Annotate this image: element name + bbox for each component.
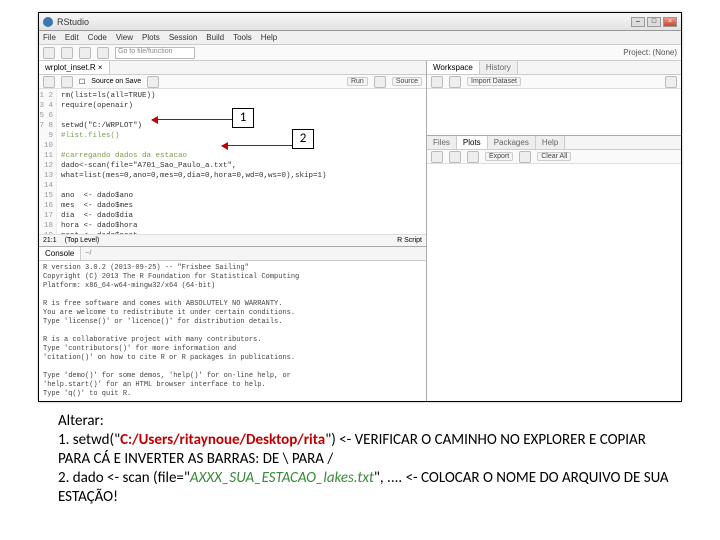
new-file-button[interactable] (43, 47, 55, 59)
tab-help[interactable]: Help (536, 136, 565, 149)
menu-session[interactable]: Session (169, 33, 197, 42)
tab-plots[interactable]: Plots (457, 136, 488, 149)
run-button[interactable]: Run (347, 77, 368, 86)
close-button[interactable]: × (663, 17, 677, 27)
source-statusbar: 21:1(Top Level) R Script (39, 234, 426, 246)
titlebar[interactable]: RStudio – □ × (39, 13, 681, 31)
main-toolbar: Go to file/function Project: (None) (39, 45, 681, 61)
maximize-button[interactable]: □ (647, 17, 661, 27)
menu-plots[interactable]: Plots (142, 33, 160, 42)
tab-history[interactable]: History (480, 61, 518, 74)
export-button[interactable]: Export (485, 152, 513, 161)
menu-help[interactable]: Help (261, 33, 277, 42)
app-icon (43, 17, 53, 27)
console-output[interactable]: R version 3.0.2 (2013-09-25) -- "Frisbee… (39, 261, 426, 401)
workspace-pane: Workspace History Import Dataset (427, 61, 681, 136)
console-pane: Console ~/ R version 3.0.2 (2013-09-25) … (39, 247, 426, 401)
menu-view[interactable]: View (116, 33, 133, 42)
window-title: RStudio (57, 17, 631, 27)
arrow-1 (152, 119, 232, 120)
menu-tools[interactable]: Tools (233, 33, 252, 42)
menubar: File Edit Code View Plots Session Build … (39, 31, 681, 45)
callout-2: 2 (292, 129, 314, 149)
source-toolbar: ☐Source on Save Run Source (39, 75, 426, 89)
project-label[interactable]: Project: (None) (623, 48, 677, 57)
plots-pane: Files Plots Packages Help Export Clear A… (427, 136, 681, 401)
save-source-button[interactable] (61, 76, 73, 88)
clear-all-button[interactable]: Clear All (537, 152, 571, 161)
load-ws-button[interactable] (431, 76, 443, 88)
clear-ws-button[interactable] (665, 76, 677, 88)
source-button[interactable]: Source (392, 77, 422, 86)
tab-packages[interactable]: Packages (488, 136, 536, 149)
console-tab[interactable]: Console (39, 247, 81, 260)
find-button[interactable] (147, 76, 159, 88)
arrow-2 (222, 145, 292, 146)
print-button[interactable] (97, 47, 109, 59)
source-pane: wrplot_inset.R × ☐Source on Save Run Sou… (39, 61, 426, 247)
callout-1: 1 (232, 108, 254, 128)
zoom-button[interactable] (467, 151, 479, 163)
rstudio-window: RStudio – □ × File Edit Code View Plots … (38, 12, 682, 402)
menu-build[interactable]: Build (206, 33, 224, 42)
tab-files[interactable]: Files (427, 136, 457, 149)
instruction-caption: Alterar: 1. setwd("C:/Users/ritaynoue/De… (58, 412, 670, 507)
open-file-button[interactable] (61, 47, 73, 59)
menu-edit[interactable]: Edit (65, 33, 79, 42)
menu-file[interactable]: File (43, 33, 56, 42)
goto-file-input[interactable]: Go to file/function (115, 47, 195, 59)
plot-next-button[interactable] (449, 151, 461, 163)
save-ws-button[interactable] (449, 76, 461, 88)
source-on-save-checkbox[interactable]: Source on Save (91, 78, 141, 85)
save-button[interactable] (79, 47, 91, 59)
back-button[interactable] (43, 76, 55, 88)
menu-code[interactable]: Code (88, 33, 107, 42)
remove-plot-button[interactable] (519, 151, 531, 163)
plot-prev-button[interactable] (431, 151, 443, 163)
source-tab[interactable]: wrplot_inset.R × (39, 61, 110, 74)
tab-workspace[interactable]: Workspace (427, 61, 480, 74)
minimize-button[interactable]: – (631, 17, 645, 27)
rerun-button[interactable] (374, 76, 386, 88)
import-dataset-button[interactable]: Import Dataset (467, 77, 521, 86)
